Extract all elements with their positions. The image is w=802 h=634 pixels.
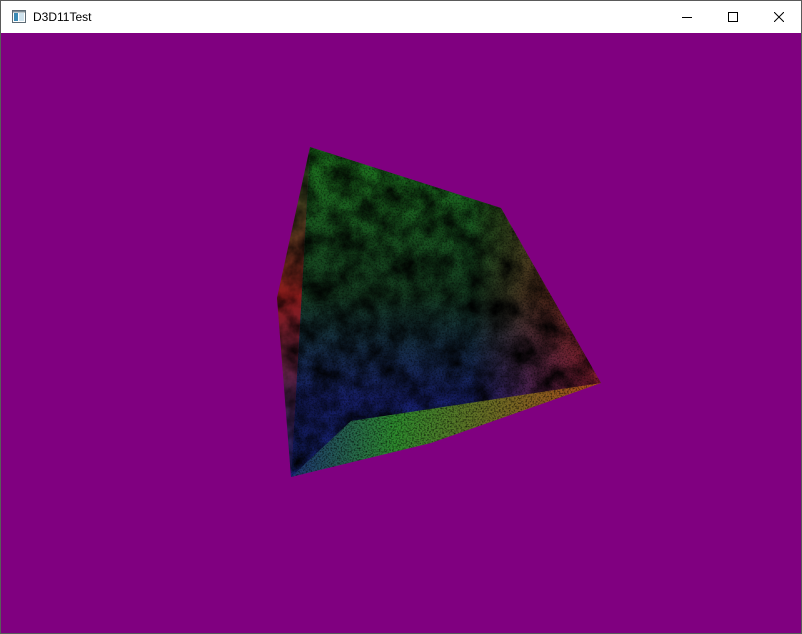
maximize-icon — [728, 12, 738, 22]
maximize-button[interactable] — [710, 1, 756, 33]
window-app-icon — [12, 10, 26, 23]
title-bar[interactable]: D3D11Test — [1, 1, 801, 33]
d3d-scene — [1, 33, 801, 633]
minimize-button[interactable] — [664, 1, 710, 33]
window-title: D3D11Test — [33, 10, 92, 24]
minimize-icon — [682, 17, 692, 18]
render-viewport[interactable] — [1, 33, 801, 633]
app-window: D3D11Test — [0, 0, 802, 634]
close-button[interactable] — [756, 1, 801, 33]
close-icon — [774, 12, 784, 22]
